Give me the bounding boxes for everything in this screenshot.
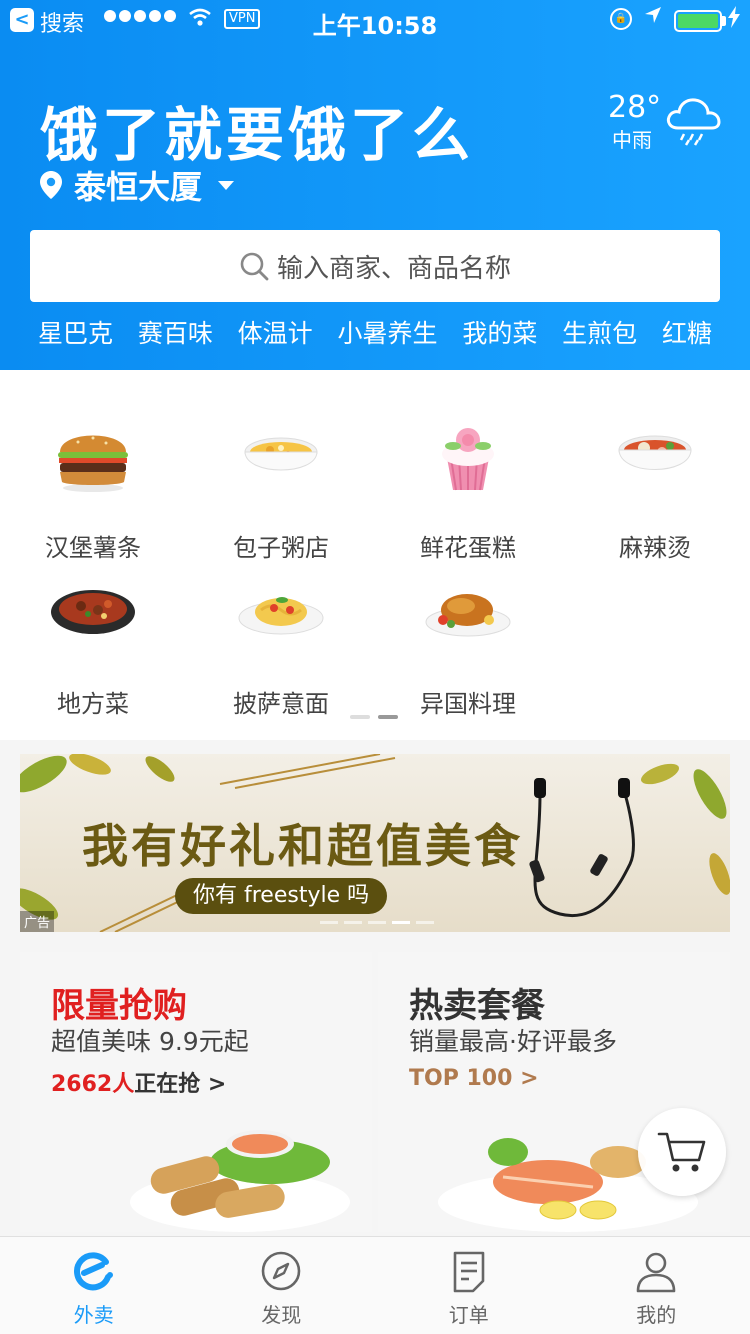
order-icon <box>453 1251 485 1293</box>
weather-desc: 中雨 <box>612 128 652 152</box>
search-bar[interactable]: 输入商家、商品名称 <box>30 230 720 302</box>
tab-bar: 外卖 发现 订单 我的 <box>0 1236 750 1334</box>
profile-icon <box>636 1252 676 1293</box>
tab-discover[interactable]: 发现 <box>188 1237 376 1334</box>
burger-icon <box>58 435 128 492</box>
cart-icon <box>657 1132 706 1172</box>
pasta-icon <box>238 597 324 635</box>
category-label: 披萨意面 <box>233 690 329 718</box>
hot-combo-top-link: TOP 100 > <box>409 1066 539 1091</box>
tab-label: 我的 <box>636 1303 677 1327</box>
charging-icon <box>728 6 740 33</box>
slogan: 饿了就要饿了么 <box>40 101 475 169</box>
status-time: 上午10:58 <box>312 12 438 40</box>
weather-temp: 28° <box>608 90 662 125</box>
promo-banner[interactable]: 我有好礼和超值美食 你有 freestyle 吗 广告 <box>20 754 730 932</box>
hot-combo-subtitle: 销量最高·好评最多 <box>409 1027 617 1056</box>
category-item[interactable]: 异国料理 <box>378 566 558 719</box>
search-placeholder: 输入商家、商品名称 <box>276 253 511 284</box>
chevron-down-icon <box>218 180 235 190</box>
tab-orders[interactable]: 订单 <box>375 1237 563 1334</box>
tab-label: 发现 <box>261 1303 302 1327</box>
eleme-logo-icon <box>73 1252 113 1291</box>
banner-pill: 你有 freestyle 吗 <box>175 878 388 914</box>
hot-word[interactable]: 体温计 <box>238 314 313 356</box>
category-label: 汉堡薯条 <box>45 534 141 562</box>
location-pin-icon <box>40 171 62 199</box>
flash-sale-title: 限量抢购 <box>51 986 187 1026</box>
pager-dot-active <box>378 715 398 719</box>
banner-title: 我有好礼和超值美食 <box>82 819 523 873</box>
category-item[interactable]: 包子粥店 <box>191 410 371 563</box>
tab-profile[interactable]: 我的 <box>563 1237 750 1334</box>
hot-combo-title: 热卖套餐 <box>409 986 545 1026</box>
battery-icon <box>674 10 722 32</box>
category-label: 麻辣烫 <box>619 534 691 562</box>
tab-takeout[interactable]: 外卖 <box>0 1237 188 1334</box>
compass-icon <box>261 1251 301 1291</box>
category-label: 地方菜 <box>57 690 129 718</box>
location-arrow-icon <box>643 5 663 30</box>
category-label: 包子粥店 <box>233 534 329 562</box>
spring-rolls-image <box>130 1130 350 1232</box>
cupcake-icon <box>442 428 494 491</box>
category-pager <box>350 715 398 719</box>
category-label: 鲜花蛋糕 <box>420 534 516 562</box>
spicy-hotpot-icon <box>618 435 692 470</box>
roast-chicken-icon <box>425 594 511 637</box>
tab-label: 订单 <box>448 1303 489 1327</box>
tab-label: 外卖 <box>73 1303 114 1327</box>
category-item[interactable]: 鲜花蛋糕 <box>378 410 558 563</box>
hot-word[interactable]: 红糖 <box>662 314 712 356</box>
header: < 搜索 VPN 上午10:58 🔒 饿了就要饿了么 泰恒大厦 28° 中雨 输… <box>0 0 750 370</box>
hot-words: 星巴克 赛百味 体温计 小暑养生 我的菜 生煎包 红糖 <box>0 314 750 356</box>
search-icon <box>240 252 269 281</box>
category-item[interactable]: 地方菜 <box>3 566 183 719</box>
category-item[interactable]: 披萨意面 <box>191 566 371 719</box>
hot-word[interactable]: 我的菜 <box>462 314 537 356</box>
hot-word[interactable]: 赛百味 <box>138 314 213 356</box>
flash-sale-card[interactable]: 限量抢购 超值美味 9.9元起 2662人正在抢 > <box>20 952 372 1232</box>
ad-label: 广告 <box>20 911 55 932</box>
hot-word[interactable]: 星巴克 <box>38 314 113 356</box>
category-item[interactable]: 麻辣烫 <box>565 410 745 563</box>
address-selector[interactable]: 泰恒大厦 <box>40 162 235 208</box>
status-bar: < 搜索 VPN 上午10:58 🔒 <box>0 0 750 40</box>
local-dish-icon <box>51 590 135 634</box>
category-grid: 汉堡薯条 包子粥店 鲜花蛋糕 麻辣烫 地方菜 披萨意面 异国料理 <box>0 370 750 740</box>
rotation-lock-icon: 🔒 <box>610 8 632 30</box>
hot-word[interactable]: 小暑养生 <box>337 314 437 356</box>
cart-button[interactable] <box>638 1108 726 1196</box>
flash-sale-subtitle: 超值美味 9.9元起 <box>51 1027 249 1056</box>
porridge-icon <box>244 437 318 471</box>
address-text: 泰恒大厦 <box>74 168 203 206</box>
category-item[interactable]: 汉堡薯条 <box>3 410 183 563</box>
rain-cloud-icon <box>666 98 721 146</box>
hot-word[interactable]: 生煎包 <box>562 314 637 356</box>
banner-pager <box>320 921 434 924</box>
category-label: 异国料理 <box>420 690 516 718</box>
pager-dot <box>350 715 370 719</box>
